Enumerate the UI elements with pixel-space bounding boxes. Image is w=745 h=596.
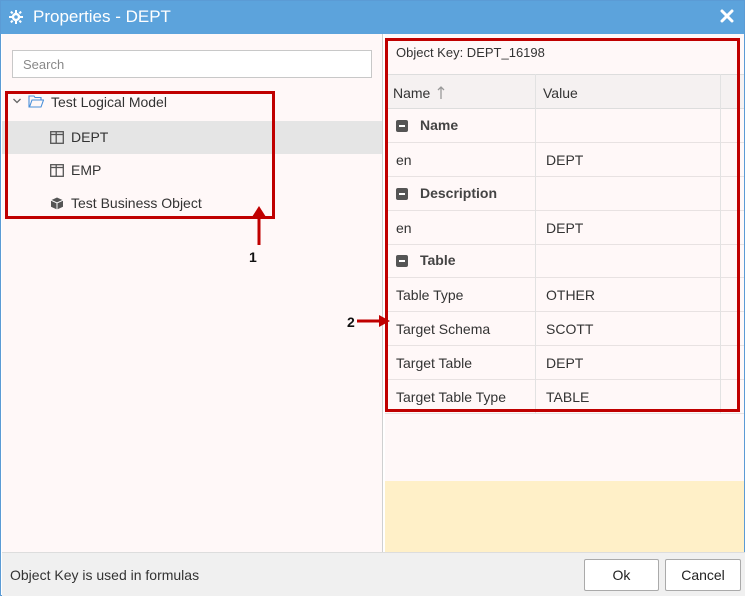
annotation-label-2: 2: [347, 314, 355, 330]
annotation-box-2: [385, 38, 740, 412]
footer-info-text: Object Key is used in formulas: [10, 567, 200, 583]
gear-icon: [9, 10, 23, 24]
description-area: [385, 481, 744, 552]
annotation-arrow-up-icon: [252, 206, 266, 245]
annotation-box-1: [5, 91, 275, 219]
ok-button[interactable]: Ok: [584, 559, 659, 591]
search-input[interactable]: [12, 50, 372, 78]
dialog-title: Properties - DEPT: [33, 7, 171, 26]
close-icon[interactable]: [720, 9, 734, 23]
pane-divider[interactable]: [382, 34, 383, 552]
annotation-arrow-right-icon: [357, 315, 390, 327]
title-bar[interactable]: Properties - DEPT: [1, 1, 744, 34]
footer-bar: Object Key is used in formulas Ok Cancel: [2, 552, 745, 596]
annotation-label-1: 1: [249, 249, 257, 265]
cancel-button[interactable]: Cancel: [665, 559, 741, 591]
